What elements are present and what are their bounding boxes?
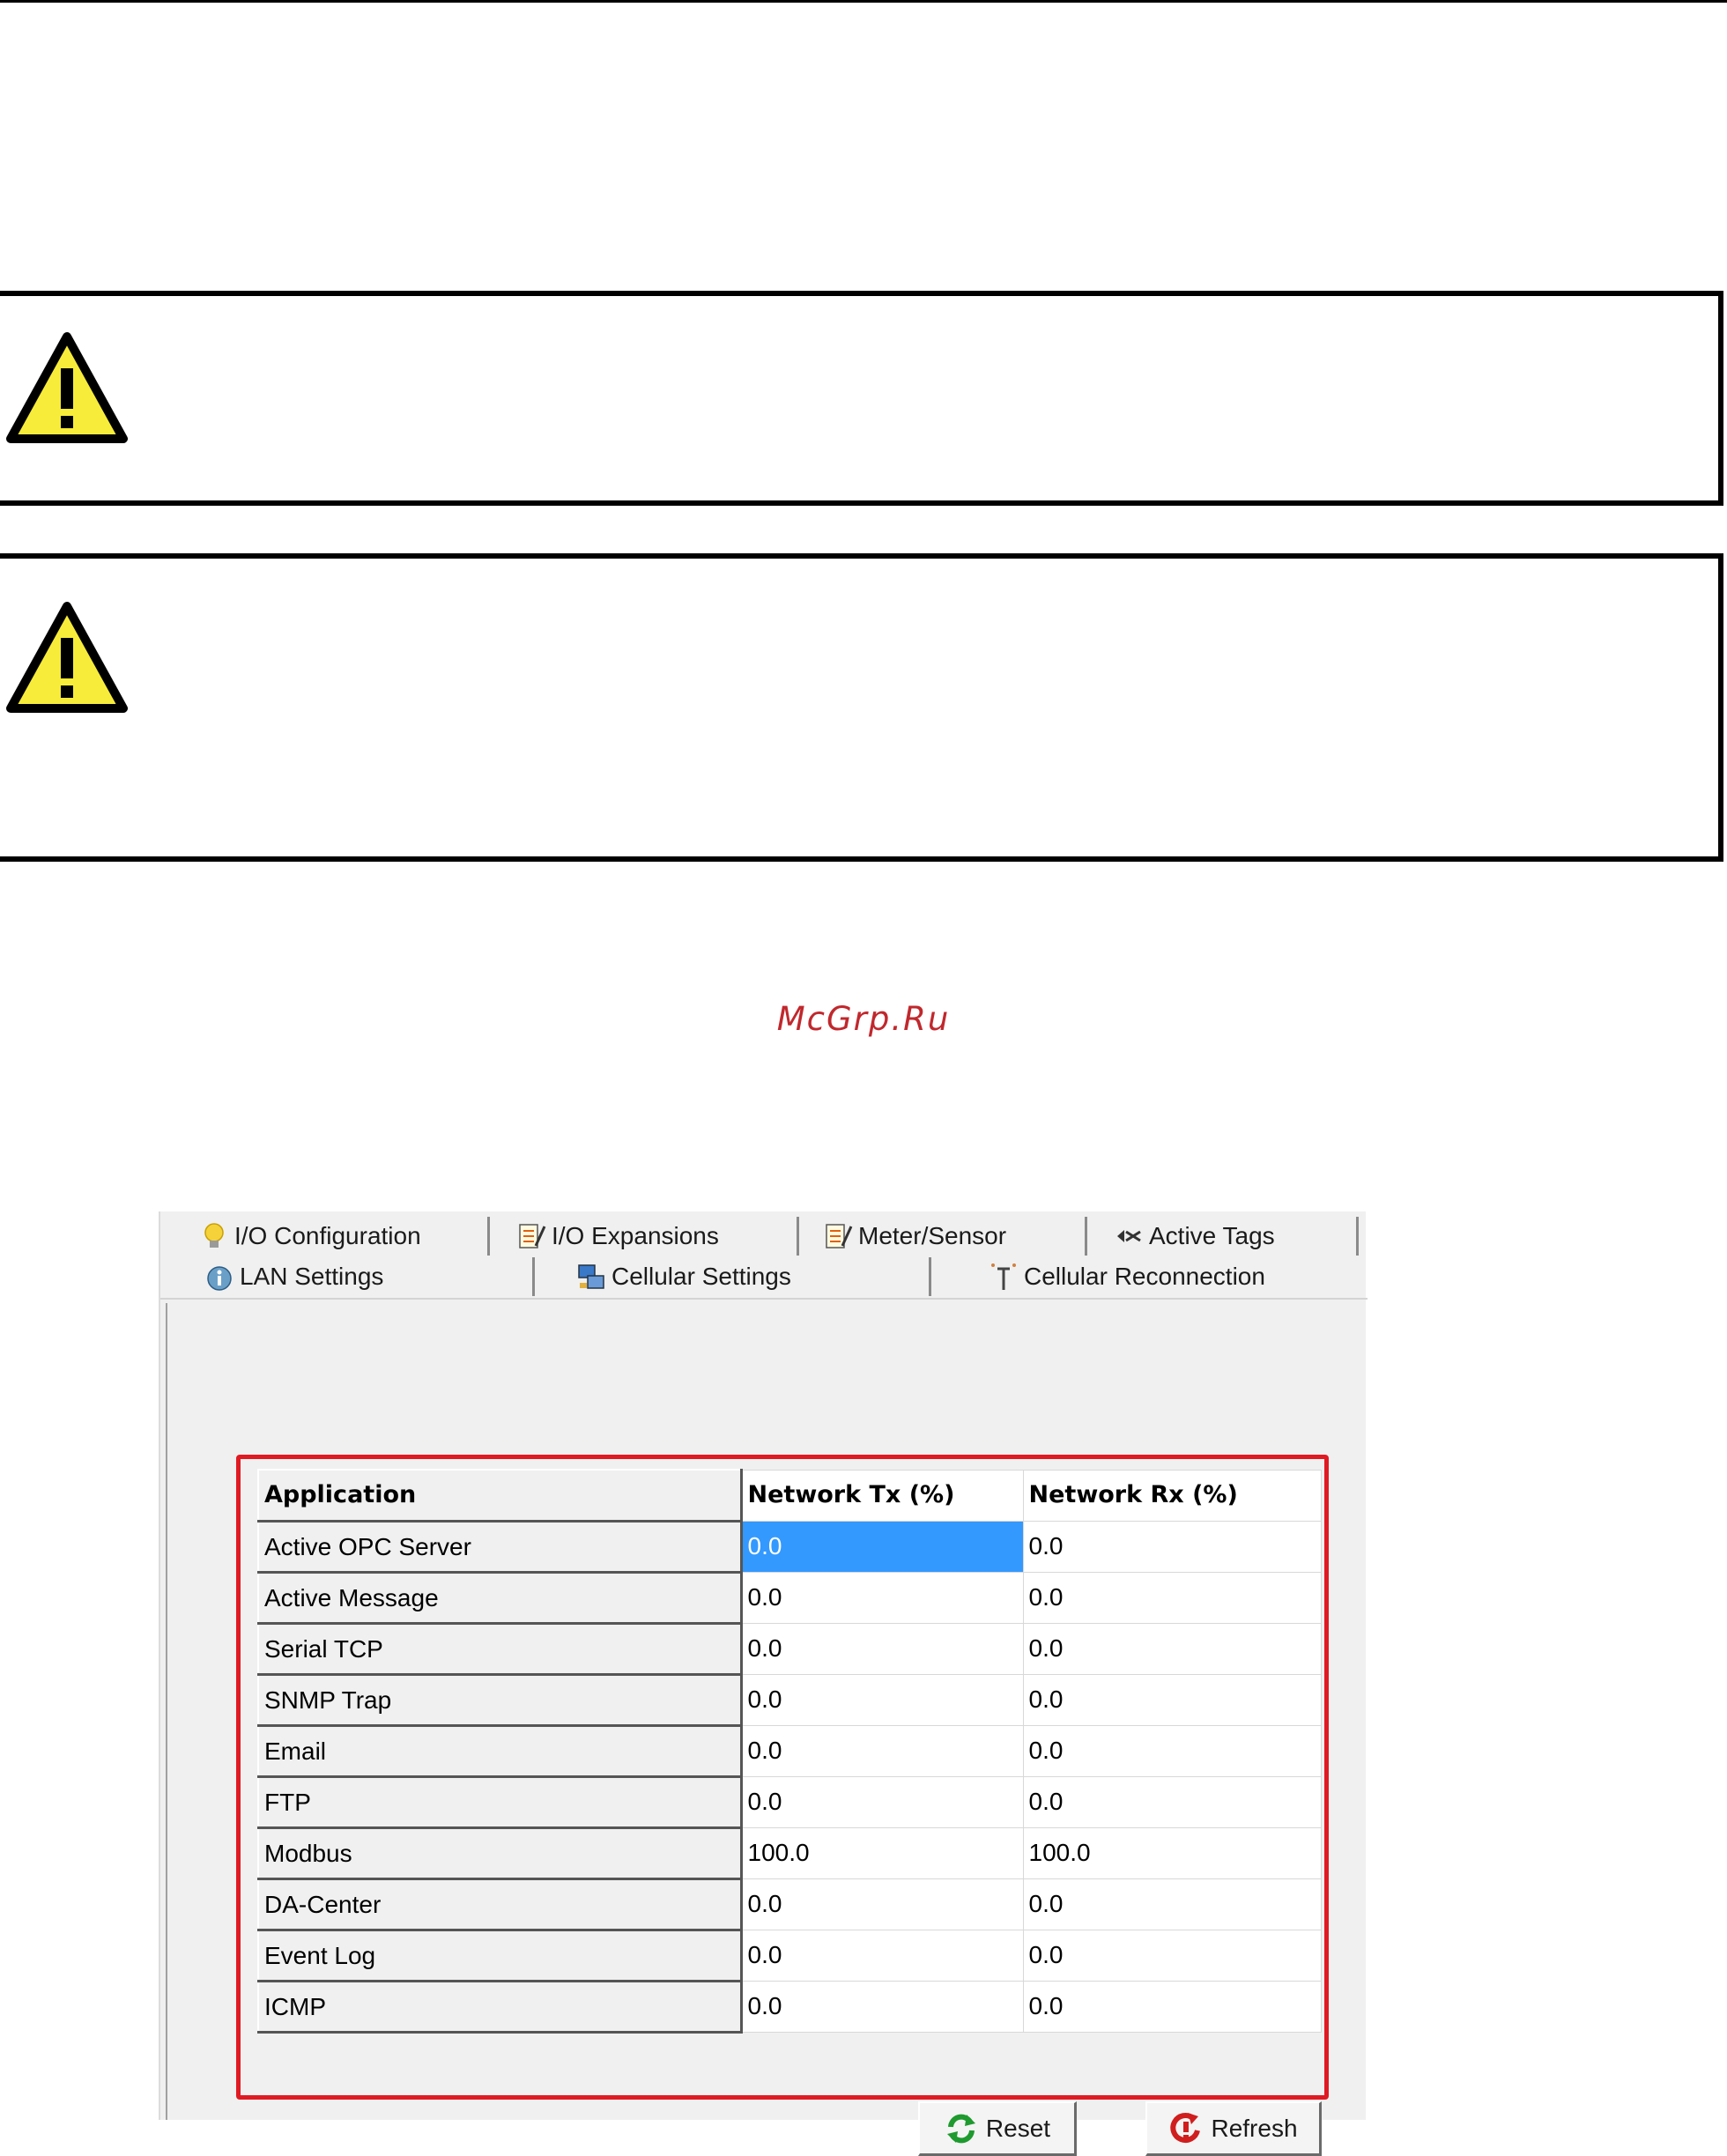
info-globe-icon: [207, 1266, 232, 1291]
row-application: Email: [257, 1724, 743, 1778]
table-row: DA-Center 0.0 0.0: [257, 1878, 1322, 1931]
row-application: Event Log: [257, 1929, 743, 1982]
refresh-button[interactable]: Refresh: [1145, 2101, 1322, 2156]
table-header-row: Application Network Tx (%) Network Rx (%…: [257, 1469, 1322, 1523]
column-header-network-rx[interactable]: Network Rx (%): [1022, 1469, 1322, 1522]
row-application: SNMP Trap: [257, 1673, 743, 1727]
refresh-icon: [1170, 2112, 1201, 2143]
row-application: Modbus: [257, 1826, 743, 1880]
row-application: FTP: [257, 1775, 743, 1829]
notepad-edit-icon: [519, 1224, 546, 1248]
tags-icon: [1117, 1230, 1141, 1242]
table-row: Active OPC Server 0.0 0.0: [257, 1520, 1322, 1574]
top-rule: [0, 0, 1727, 3]
table-row: SNMP Trap 0.0 0.0: [257, 1673, 1322, 1727]
cell-network-tx[interactable]: 0.0: [740, 1724, 1024, 1777]
column-header-application[interactable]: Application: [257, 1469, 743, 1523]
cell-network-tx[interactable]: 0.0: [740, 1775, 1024, 1828]
notepad-edit-icon: [826, 1224, 853, 1248]
watermark: McGrp.Ru: [776, 1000, 951, 1038]
tab-io-configuration[interactable]: I/O Configuration: [194, 1217, 490, 1256]
tab-meter-sensor[interactable]: Meter/Sensor: [818, 1217, 1087, 1256]
cell-network-tx[interactable]: 0.0: [740, 1622, 1024, 1675]
warning-box: [0, 291, 1723, 506]
cell-network-rx[interactable]: 100.0: [1022, 1826, 1322, 1879]
tab-label: Cellular Settings: [611, 1263, 791, 1290]
column-header-network-tx[interactable]: Network Tx (%): [740, 1469, 1024, 1522]
reset-button-label: Reset: [985, 2114, 1051, 2142]
table-row: Event Log 0.0 0.0: [257, 1929, 1322, 1982]
cell-network-tx[interactable]: 0.0: [740, 1878, 1024, 1930]
tab-label: I/O Configuration: [234, 1222, 421, 1249]
bandwidth-table: Application Network Tx (%) Network Rx (%…: [257, 1469, 1322, 2034]
warning-triangle-icon: [6, 602, 128, 713]
tab-cellular-settings[interactable]: Cellular Settings: [576, 1257, 931, 1296]
table-row: Active Message 0.0 0.0: [257, 1571, 1322, 1625]
cell-network-rx[interactable]: 0.0: [1022, 1878, 1322, 1930]
tab-lan-settings[interactable]: LAN Settings: [199, 1257, 535, 1296]
lightbulb-icon: [204, 1223, 224, 1248]
cell-network-tx[interactable]: 0.0: [740, 1929, 1024, 1982]
warning-triangle-icon: [6, 332, 128, 443]
warning-box: [0, 553, 1723, 862]
cell-network-tx[interactable]: 0.0: [740, 1980, 1024, 2033]
refresh-button-label: Refresh: [1211, 2114, 1298, 2142]
row-application: Active Message: [257, 1571, 743, 1625]
table-row: ICMP 0.0 0.0: [257, 1980, 1322, 2034]
tab-row-1: I/O Configuration I/O Expansions Meter/S…: [160, 1217, 1368, 1257]
cell-network-rx[interactable]: 0.0: [1022, 1724, 1322, 1777]
tab-label: Cellular Reconnection: [1024, 1263, 1265, 1290]
tab-label: LAN Settings: [240, 1263, 384, 1290]
refresh-arrows-icon: [946, 2114, 975, 2143]
tab-label: I/O Expansions: [552, 1222, 719, 1249]
tab-active-tags[interactable]: Active Tags: [1108, 1217, 1359, 1256]
network-computer-icon: [578, 1264, 604, 1289]
tab-content-panel: Application Network Tx (%) Network Rx (%…: [166, 1303, 1360, 2156]
cell-network-rx[interactable]: 0.0: [1022, 1520, 1322, 1573]
cell-network-tx[interactable]: 0.0: [740, 1673, 1024, 1726]
cell-network-rx[interactable]: 0.0: [1022, 1980, 1322, 2033]
row-application: ICMP: [257, 1980, 743, 2034]
row-application: DA-Center: [257, 1878, 743, 1931]
cell-network-rx[interactable]: 0.0: [1022, 1622, 1322, 1675]
tab-cellular-reconnection[interactable]: Cellular Reconnection: [989, 1257, 1359, 1296]
cell-network-rx[interactable]: 0.0: [1022, 1929, 1322, 1982]
reset-button[interactable]: Reset: [918, 2101, 1077, 2156]
table-row: Modbus 100.0 100.0: [257, 1826, 1322, 1880]
cell-network-rx[interactable]: 0.0: [1022, 1673, 1322, 1726]
cell-network-rx[interactable]: 0.0: [1022, 1775, 1322, 1828]
tab-label: Active Tags: [1149, 1222, 1275, 1249]
tab-io-expansions[interactable]: I/O Expansions: [511, 1217, 799, 1256]
cell-network-tx[interactable]: 0.0: [740, 1571, 1024, 1624]
row-application: Active OPC Server: [257, 1520, 743, 1574]
table-row: Email 0.0 0.0: [257, 1724, 1322, 1778]
cell-network-tx[interactable]: 0.0: [740, 1520, 1024, 1573]
antenna-icon: [991, 1263, 1016, 1290]
tab-row-2: LAN Settings Cellular Settings Cellular …: [160, 1257, 1368, 1300]
table-row: Serial TCP 0.0 0.0: [257, 1622, 1322, 1676]
tab-label: Meter/Sensor: [858, 1222, 1007, 1249]
cell-network-tx[interactable]: 100.0: [740, 1826, 1024, 1879]
settings-window: I/O Configuration I/O Expansions Meter/S…: [159, 1211, 1368, 2156]
cell-network-rx[interactable]: 0.0: [1022, 1571, 1322, 1624]
table-row: FTP 0.0 0.0: [257, 1775, 1322, 1829]
row-application: Serial TCP: [257, 1622, 743, 1676]
